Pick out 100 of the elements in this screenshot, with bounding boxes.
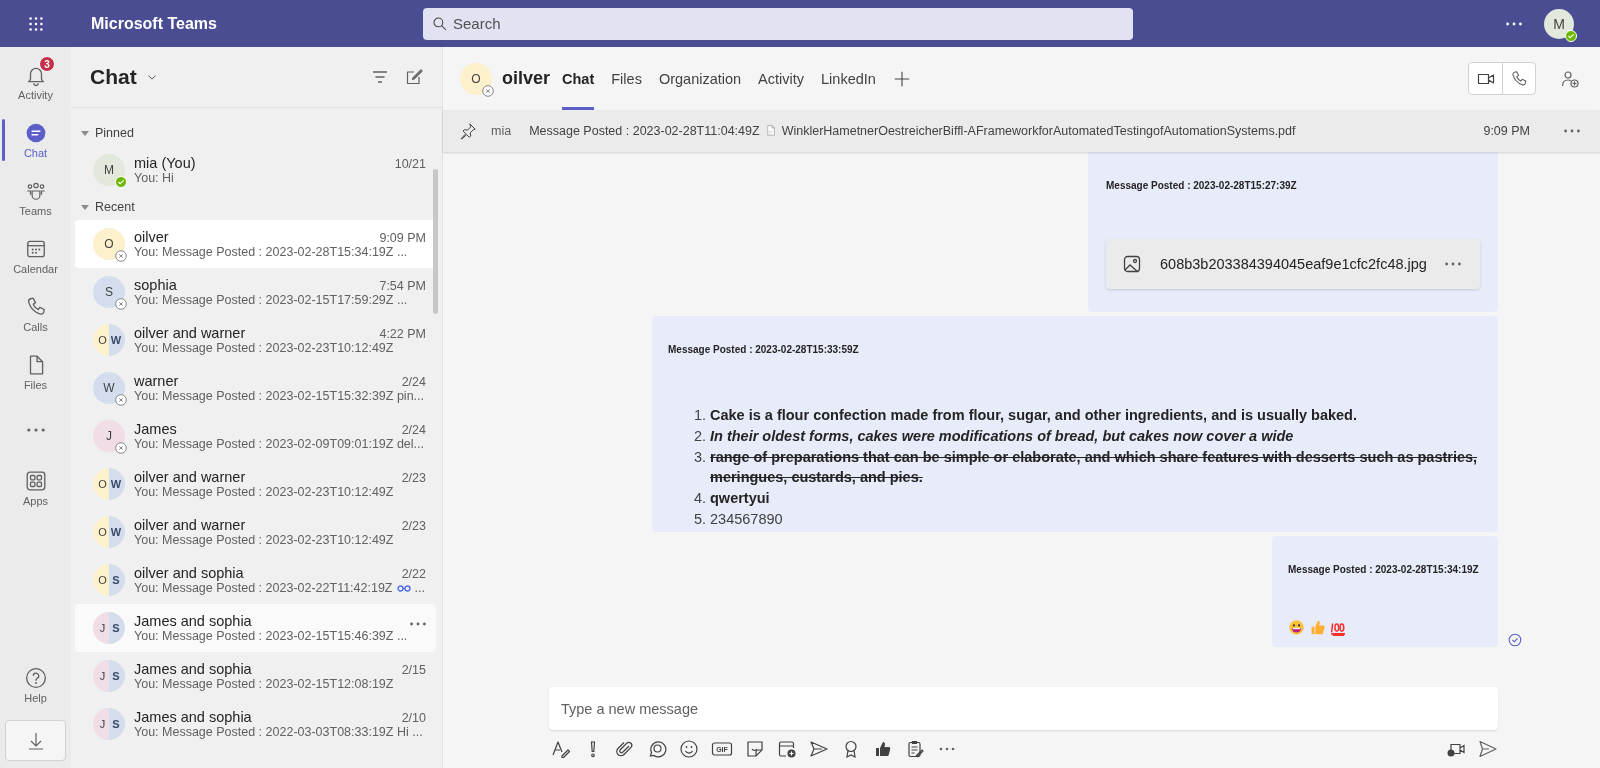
avatar-initial: W — [109, 468, 125, 500]
more-icon[interactable] — [1506, 21, 1522, 26]
avatar: O — [93, 228, 125, 260]
avatar-initial: S — [109, 660, 125, 692]
paperclip-icon[interactable] — [615, 739, 635, 759]
message-input[interactable]: Type a new message — [549, 687, 1498, 730]
rail-button[interactable]: Calendar — [0, 227, 71, 285]
grinning-face-icon — [1288, 619, 1305, 636]
chat-list-item[interactable]: O W oilver and warner 2/23 You: Message Posted : 2023-02-23T10:12:49Z — [75, 460, 436, 508]
schedule-meeting-icon[interactable] — [777, 739, 797, 759]
rail-button[interactable]: Apps — [0, 459, 71, 517]
chat-name: James and sophia — [134, 709, 252, 725]
send-icon[interactable] — [1478, 739, 1498, 759]
chat-time: 2/10 — [401, 711, 426, 725]
search-field[interactable]: Search — [423, 7, 1133, 40]
rail-button[interactable]: Files — [0, 343, 71, 401]
avatar: O — [460, 62, 492, 95]
chat-list-item[interactable]: J S James and sophia 2/15 You: Message Posted : 2023-02-15T12:08:19Z — [75, 652, 436, 700]
notification-badge: 3 — [39, 56, 55, 72]
chat-list-item[interactable]: O W oilver and warner 4:22 PM You: Message Posted : 2023-02-23T10:12:49Z — [75, 316, 436, 364]
tab[interactable]: Files — [611, 47, 642, 110]
rail-button[interactable]: Help — [0, 656, 71, 714]
sticker-icon[interactable] — [745, 739, 765, 759]
rail-button[interactable]: Teams — [0, 169, 71, 227]
chat-name: sophia — [134, 277, 177, 293]
thumbs-up-icon[interactable] — [873, 739, 893, 759]
caret-down-icon — [81, 129, 89, 137]
app-name: Microsoft Teams — [90, 14, 218, 33]
chat-time: 2/24 — [401, 423, 426, 437]
pinned-sender: mia — [491, 124, 512, 138]
chat-preview: You: Message Posted : 2023-02-23T10:12:49Z — [134, 533, 394, 547]
chat-list-item[interactable]: M mia (You) 10/21 You: Hi — [75, 146, 436, 194]
chat-list-item[interactable]: J James 2/24 You: Message Posted : 2023-02-09T09:01:19Z del... — [75, 412, 436, 460]
more-options-icon[interactable] — [410, 622, 426, 626]
more-options-icon[interactable] — [1444, 262, 1461, 266]
chat-time: 9:09 PM — [379, 231, 426, 245]
format-icon[interactable] — [551, 739, 571, 759]
avatar-initial: O — [93, 564, 109, 596]
contact-name: oilver — [502, 68, 551, 89]
avatar-initial: J — [93, 708, 109, 740]
list-number: 1. — [692, 406, 706, 425]
avatar-initial: O — [93, 516, 109, 548]
chat-time: 4:22 PM — [379, 327, 426, 341]
emoji-icon[interactable] — [679, 739, 699, 759]
chat-time: 2/15 — [401, 663, 426, 677]
clipboard-icon[interactable] — [905, 739, 925, 759]
section-header[interactable]: Recent — [71, 194, 442, 220]
chat-list-item[interactable]: J S James and sophia 2/10 You: Message Posted : 2022-03-03T08:33:19Z Hi ... — [75, 700, 436, 748]
avatar-initial: S — [109, 564, 125, 596]
list-item-text: range of preparations that can be simple or elaborate, and which share features with desserts such as pastries, meringues, custards, and pies. — [710, 447, 1479, 488]
arrow-icon[interactable] — [809, 739, 829, 759]
chat-time: 2/24 — [401, 375, 426, 389]
chat-preview: You: Message Posted : 2023-02-22T11:42:19Z — [134, 581, 393, 595]
chat-preview: You: Message Posted : 2023-02-23T10:12:49Z — [134, 341, 394, 355]
chat-list-item[interactable]: O W oilver and warner 2/23 You: Message Posted : 2023-02-23T10:12:49Z — [75, 508, 436, 556]
chat-list-item[interactable]: W warner 2/24 You: Message Posted : 2023-02-15T15:32:39Z pin... — [75, 364, 436, 412]
chat-preview: You: Hi — [134, 171, 174, 185]
section-header[interactable]: Pinned — [71, 120, 442, 146]
chat-name: James and sophia — [134, 613, 252, 629]
phone-icon — [1510, 69, 1528, 88]
chat-name: oilver and warner — [134, 469, 246, 485]
chat-preview: You: Message Posted : 2023-02-15T12:08:19Z — [134, 677, 394, 691]
new-chat-icon[interactable] — [404, 67, 424, 87]
rail-button[interactable]: Calls — [0, 285, 71, 343]
scrollbar-thumb[interactable] — [433, 169, 438, 314]
list-item-text: qwertyui — [710, 489, 770, 509]
chat-icon — [24, 121, 47, 144]
chat-time: 2/22 — [401, 567, 426, 581]
chat-list-item[interactable]: S sophia 7:54 PM You: Message Posted : 2023-02-15T17:59:29Z ... — [75, 268, 436, 316]
tab[interactable]: Organization — [658, 47, 742, 110]
app-launcher-icon[interactable] — [26, 14, 45, 33]
add-tab-icon[interactable] — [892, 69, 911, 88]
tab[interactable]: LinkedIn — [821, 47, 876, 110]
message-time: 9:09 PM — [1483, 124, 1530, 138]
chat-list-item[interactable]: O S oilver and sophia 2/22 You: Message Posted : 2023-02-22T11:42:19Z ... — [75, 556, 436, 604]
avatar-initial: W — [109, 516, 125, 548]
avatar: W — [93, 372, 125, 404]
chat-name: oilver and warner — [134, 517, 246, 533]
chat-name: oilver and warner — [134, 325, 246, 341]
chat-preview: You: Message Posted : 2023-02-28T15:34:19Z ... — [134, 245, 408, 259]
rail-button[interactable]: Chat — [0, 111, 71, 169]
chat-preview: You: Message Posted : 2023-02-15T15:46:39Z ... — [134, 629, 408, 643]
add-people-icon[interactable] — [1560, 68, 1580, 89]
more-options-icon[interactable] — [1564, 129, 1580, 133]
file-attachment[interactable]: 608b3b203384394045eaf9e1cfc2fc48.jpg — [1106, 239, 1480, 289]
pinned-message-text: Message Posted : 2023-02-28T11:04:49Z — [529, 124, 760, 138]
chat-list-item[interactable]: O oilver 9:09 PM You: Message Posted : 2023-02-28T15:34:19Z ... — [75, 220, 436, 268]
chat-time: 7:54 PM — [379, 279, 426, 293]
chat-list-item[interactable]: J S James and sophia You: Message Posted : 2023-02-15T15:46:39Z ... — [75, 604, 436, 652]
chat-preview: You: Message Posted : 2023-02-23T10:12:49Z — [134, 485, 394, 499]
chat-name: James and sophia — [134, 661, 252, 677]
chat-preview: You: Message Posted : 2022-03-03T08:33:19Z Hi ... — [134, 725, 423, 739]
caret-down-icon — [81, 203, 89, 211]
tab[interactable]: Activity — [758, 47, 805, 110]
user-avatar[interactable]: M — [1544, 8, 1574, 39]
rail-button[interactable]: Activity 3 — [0, 53, 71, 111]
pin-icon — [459, 122, 477, 140]
loop-icon[interactable] — [647, 739, 667, 759]
pinned-message-bar[interactable]: mia Message Posted : 2023-02-28T11:04:49Z WinklerHametnerOestreicherBiffl-AFrameworkforAutomatedTestingofAutomationSystems.pdf 9:09 PM — [443, 110, 1600, 152]
ellipsis-text: ... — [414, 581, 425, 595]
